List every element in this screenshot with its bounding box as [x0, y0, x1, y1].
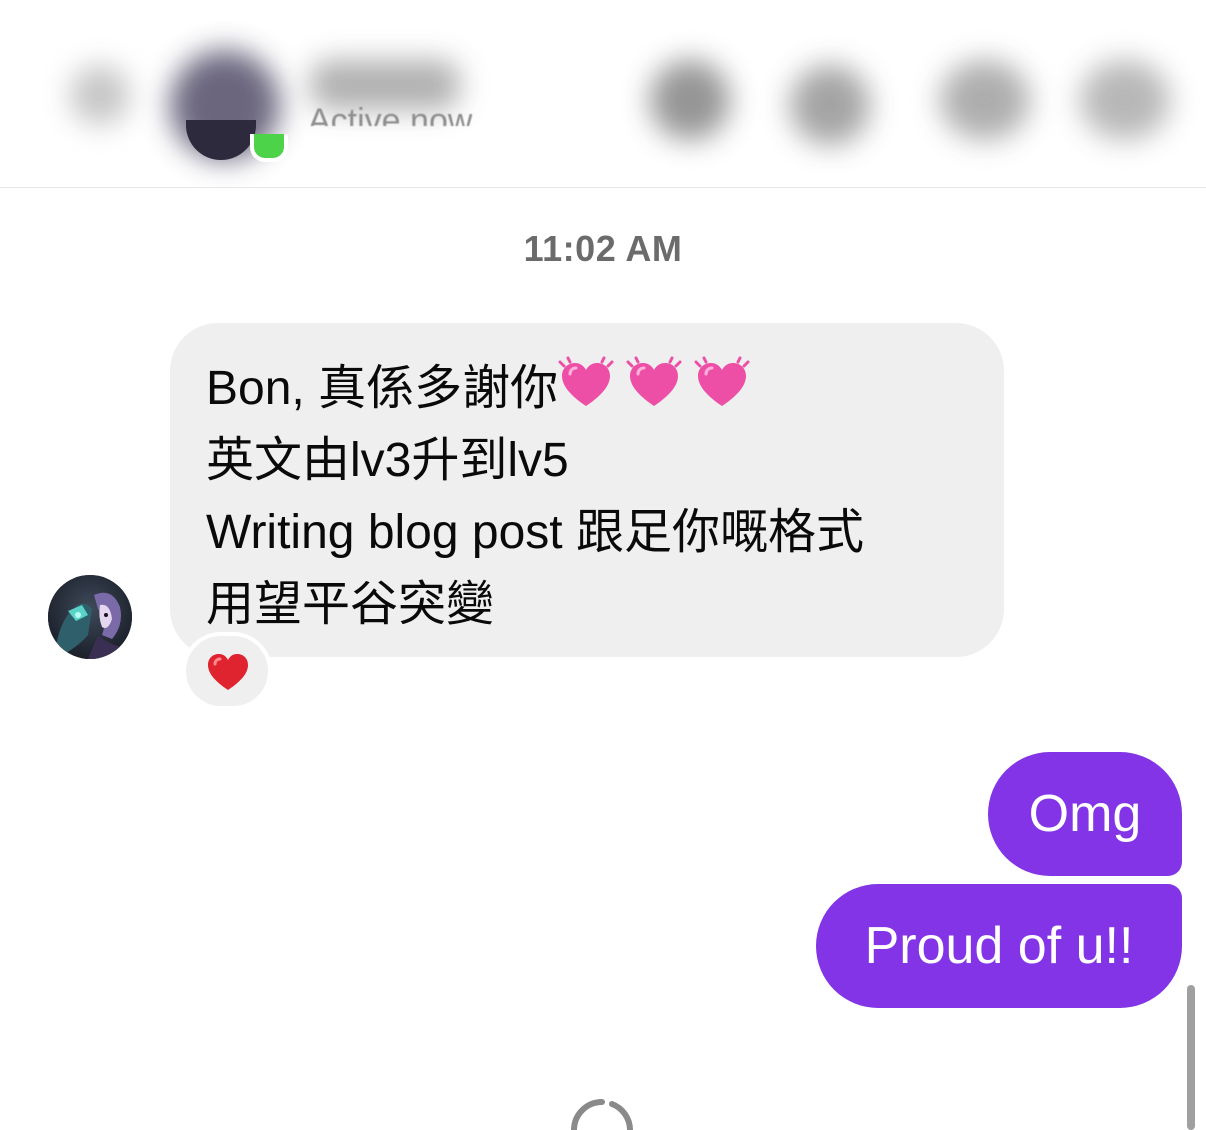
- chat-screen: Active now 11:02 AM Bon, 真係多謝你 英文由lv3升到l…: [0, 0, 1206, 1130]
- outgoing-message-bubble[interactable]: Proud of u!!: [816, 884, 1182, 1008]
- header-divider: [0, 187, 1206, 188]
- message-line-text: Bon, 真係多謝你: [206, 362, 559, 415]
- back-icon[interactable]: [70, 65, 130, 125]
- chat-header: Active now: [0, 0, 1206, 188]
- message-line: Bon, 真係多謝你: [206, 353, 968, 425]
- more-icon[interactable]: [1080, 60, 1170, 140]
- red-heart-icon: [208, 654, 248, 690]
- outgoing-message-bubble[interactable]: Omg: [988, 752, 1182, 876]
- growing-heart-icon: [558, 356, 614, 412]
- loading-spinner-icon: [571, 1099, 633, 1130]
- active-status: Active now: [308, 102, 473, 126]
- phone-icon[interactable]: [650, 60, 730, 140]
- sender-avatar[interactable]: [48, 575, 132, 659]
- video-icon[interactable]: [790, 65, 870, 145]
- incoming-message-bubble[interactable]: Bon, 真係多謝你 英文由lv3升到lv5 Writing blog post…: [170, 323, 1004, 657]
- message-line: 用望平谷突變: [206, 578, 495, 631]
- scrollbar[interactable]: [1187, 985, 1195, 1130]
- online-indicator-icon: [250, 134, 288, 162]
- message-line: Writing blog post 跟足你嘅格式: [206, 506, 864, 559]
- message-reaction[interactable]: [182, 632, 272, 710]
- growing-heart-icon: [694, 356, 750, 412]
- message-line: 英文由lv3升到lv5: [206, 434, 569, 487]
- growing-heart-icon: [626, 356, 682, 412]
- info-icon[interactable]: [940, 60, 1030, 140]
- message-timestamp: 11:02 AM: [523, 228, 683, 269]
